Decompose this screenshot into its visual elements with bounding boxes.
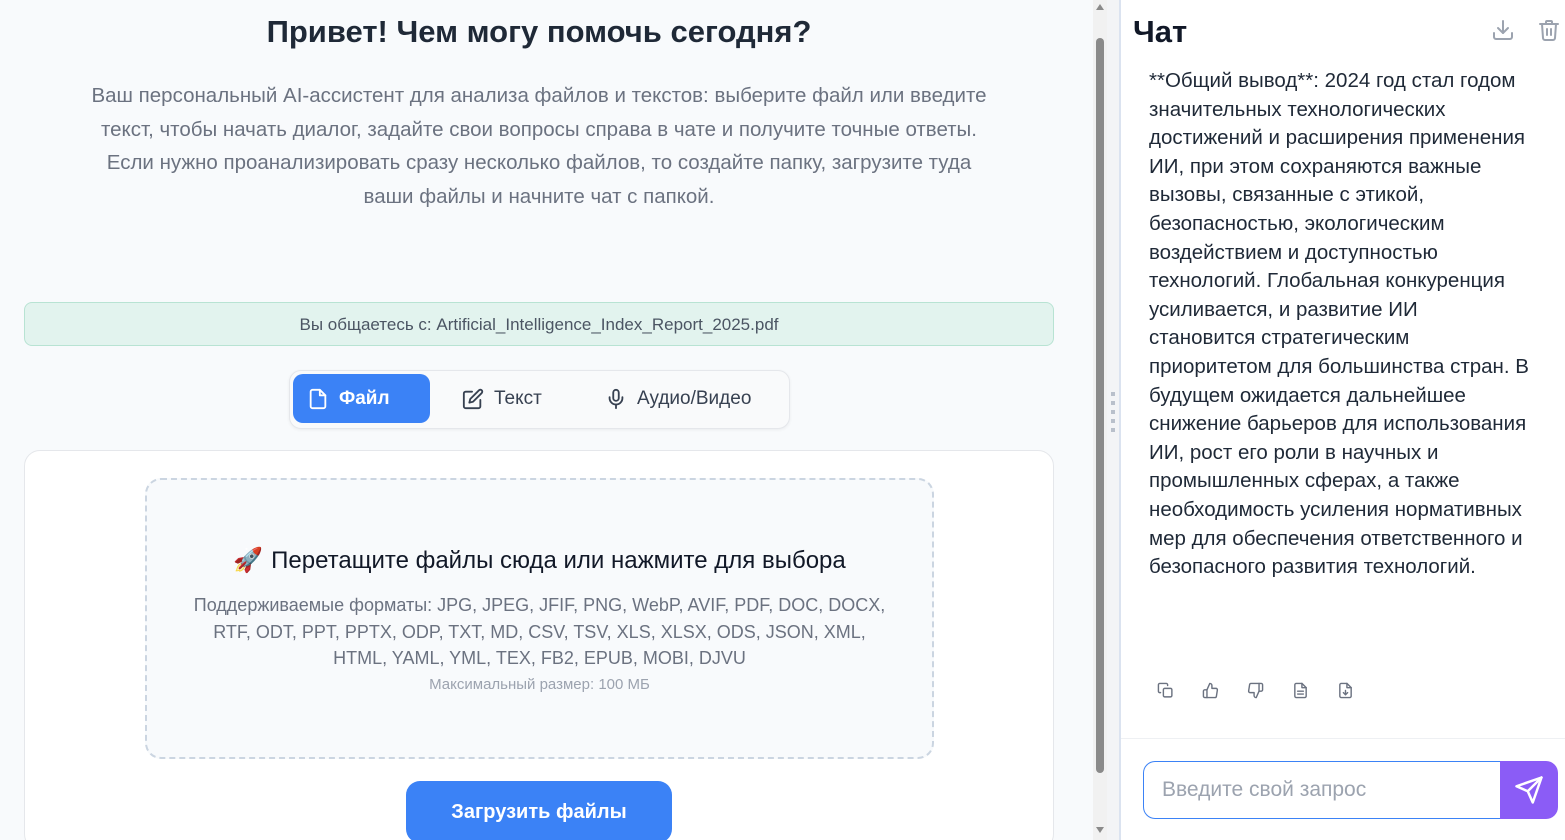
main-scrollbar[interactable] — [1093, 0, 1107, 840]
supported-formats: Поддерживаемые форматы: JPG, JPEG, JFIF,… — [193, 595, 886, 668]
dropzone-title: 🚀 Перетащите файлы сюда или нажмите для … — [147, 546, 932, 575]
scroll-up-arrow[interactable] — [1096, 4, 1104, 10]
thumbs-down-icon[interactable] — [1247, 682, 1264, 699]
chat-title: Чат — [1133, 14, 1188, 49]
dropzone-title-text: Перетащите файлы сюда или нажмите для вы… — [271, 546, 846, 574]
tab-file-label: Файл — [339, 387, 390, 409]
tab-text-label: Текст — [494, 387, 542, 409]
chat-input-wrapper — [1143, 761, 1503, 819]
max-file-size: Максимальный размер: 100 МБ — [429, 676, 650, 693]
upload-files-button[interactable]: Загрузить файлы — [406, 781, 672, 840]
document-icon[interactable] — [1292, 682, 1309, 699]
file-icon — [309, 388, 327, 409]
tab-text[interactable]: Текст — [448, 374, 578, 423]
microphone-icon — [608, 388, 624, 409]
thumbs-up-icon[interactable] — [1202, 682, 1219, 699]
chat-input[interactable] — [1162, 762, 1492, 817]
upload-card: 🚀 Перетащите файлы сюда или нажмите для … — [24, 450, 1054, 840]
scroll-down-arrow[interactable] — [1096, 827, 1104, 833]
active-file-notice: Вы общаетесь с: Artificial_Intelligence_… — [24, 302, 1054, 346]
copy-icon[interactable] — [1157, 682, 1174, 699]
send-icon — [1515, 776, 1543, 804]
tab-audio-video-label: Аудио/Видео — [637, 387, 752, 409]
assistant-message: **Общий вывод**: 2024 год стал годом зна… — [1149, 69, 1529, 579]
grip-icon — [1111, 392, 1115, 432]
edit-icon — [462, 388, 484, 409]
page-description: Ваш персональный AI-ассистент для анализ… — [91, 84, 987, 208]
page-title: Привет! Чем могу помочь сегодня? — [266, 14, 812, 49]
chat-divider — [1121, 738, 1565, 739]
file-export-icon[interactable] — [1337, 682, 1354, 699]
trash-icon[interactable] — [1537, 18, 1561, 42]
scrollbar-thumb[interactable] — [1096, 38, 1104, 773]
message-toolbar — [1157, 682, 1354, 699]
panel-resize-handle[interactable] — [1107, 0, 1121, 840]
tab-audio-video[interactable]: Аудио/Видео — [591, 374, 781, 423]
download-icon[interactable] — [1491, 18, 1515, 42]
rocket-icon: 🚀 — [233, 547, 264, 574]
input-mode-tabs: Файл Текст Аудио/Видео — [289, 370, 790, 429]
send-button[interactable] — [1500, 761, 1558, 819]
main-panel: Привет! Чем могу помочь сегодня? Ваш пер… — [0, 0, 1093, 840]
chat-actions — [1491, 18, 1561, 42]
tab-file[interactable]: Файл — [293, 374, 430, 423]
file-dropzone[interactable]: 🚀 Перетащите файлы сюда или нажмите для … — [145, 478, 934, 759]
chat-panel: Чат **Общий вывод**: 2024 год стал годом… — [1121, 0, 1565, 840]
